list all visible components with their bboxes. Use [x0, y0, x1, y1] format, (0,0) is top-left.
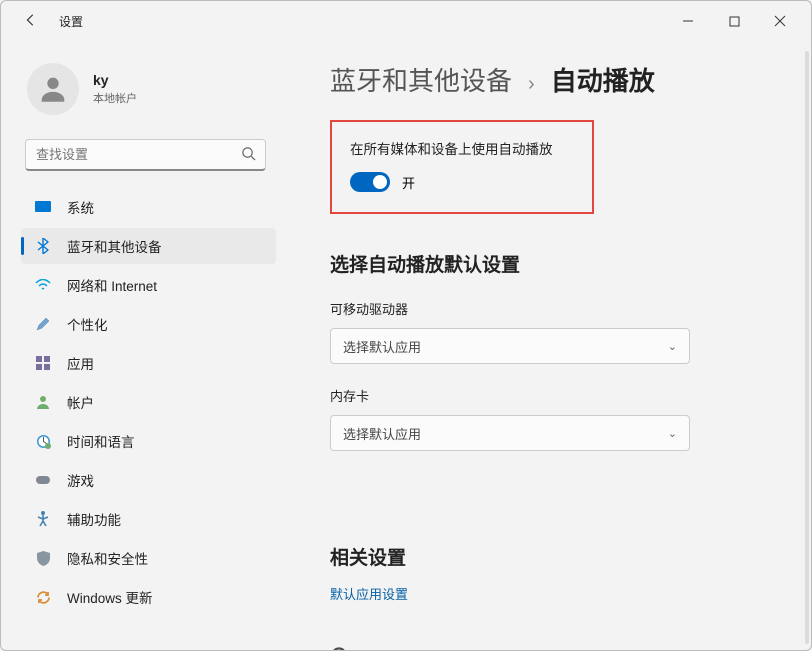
memory-card-dropdown[interactable]: 选择默认应用 ⌄ — [330, 415, 690, 451]
sidebar-item-system[interactable]: 系统 — [21, 189, 276, 225]
toggle-knob — [373, 175, 387, 189]
accounts-icon — [35, 394, 51, 410]
accessibility-icon — [35, 511, 51, 527]
titlebar: 设置 — [1, 1, 811, 41]
sidebar-item-privacy[interactable]: 隐私和安全性 — [21, 540, 276, 576]
dropdown-value: 选择默认应用 — [343, 337, 421, 356]
bluetooth-icon — [35, 238, 51, 254]
back-button[interactable] — [19, 13, 43, 30]
sidebar-item-bluetooth[interactable]: 蓝牙和其他设备 — [21, 228, 276, 264]
chevron-down-icon: ⌄ — [668, 340, 677, 353]
user-account-row[interactable]: ky 本地帐户 — [21, 51, 286, 133]
sidebar-item-label: 个性化 — [67, 314, 108, 334]
sidebar-item-accessibility[interactable]: 辅助功能 — [21, 501, 276, 537]
sidebar: ky 本地帐户 系统 蓝牙和其他设备 网络和 Internet 个性化 应用 帐… — [1, 41, 286, 650]
sidebar-item-label: 蓝牙和其他设备 — [67, 236, 162, 256]
help-icon — [330, 646, 348, 650]
gaming-icon — [35, 472, 51, 488]
memory-card-label: 内存卡 — [330, 386, 773, 405]
sidebar-item-time[interactable]: 时间和语言 — [21, 423, 276, 459]
main-content: 蓝牙和其他设备 › 自动播放 在所有媒体和设备上使用自动播放 开 选择自动播放默… — [286, 41, 811, 650]
user-type: 本地帐户 — [93, 90, 137, 106]
sidebar-item-label: 游戏 — [67, 470, 94, 490]
scrollbar[interactable] — [805, 51, 809, 644]
network-icon — [35, 277, 51, 293]
avatar — [27, 63, 79, 115]
sidebar-item-label: 时间和语言 — [67, 431, 135, 451]
search-box — [25, 139, 266, 171]
default-apps-link[interactable]: 默认应用设置 — [330, 584, 408, 603]
sidebar-item-label: Windows 更新 — [67, 587, 153, 607]
autoplay-toggle-state: 开 — [402, 173, 415, 192]
minimize-button[interactable] — [665, 6, 711, 36]
chevron-down-icon: ⌄ — [668, 427, 677, 440]
personalize-icon — [35, 316, 51, 332]
sidebar-item-label: 系统 — [67, 197, 94, 217]
sidebar-item-network[interactable]: 网络和 Internet — [21, 267, 276, 303]
sidebar-item-update[interactable]: Windows 更新 — [21, 579, 276, 615]
nav-list: 系统 蓝牙和其他设备 网络和 Internet 个性化 应用 帐户 时间和语言 … — [21, 189, 286, 618]
related-heading: 相关设置 — [330, 543, 773, 570]
system-icon — [35, 199, 51, 215]
autoplay-toggle-section: 在所有媒体和设备上使用自动播放 开 — [330, 120, 594, 214]
defaults-heading: 选择自动播放默认设置 — [330, 250, 773, 277]
sidebar-item-gaming[interactable]: 游戏 — [21, 462, 276, 498]
user-name: ky — [93, 72, 137, 88]
search-input[interactable] — [25, 139, 266, 171]
get-help-row[interactable]: 获取帮助 — [330, 646, 773, 650]
breadcrumb: 蓝牙和其他设备 › 自动播放 — [330, 61, 773, 98]
sidebar-item-label: 网络和 Internet — [67, 275, 157, 295]
dropdown-value: 选择默认应用 — [343, 424, 421, 443]
sidebar-item-personalize[interactable]: 个性化 — [21, 306, 276, 342]
apps-icon — [35, 355, 51, 371]
app-title: 设置 — [59, 13, 83, 30]
chevron-right-icon: › — [528, 73, 535, 96]
breadcrumb-parent[interactable]: 蓝牙和其他设备 — [330, 61, 512, 98]
autoplay-toggle-label: 在所有媒体和设备上使用自动播放 — [350, 138, 574, 158]
search-icon — [241, 146, 256, 166]
close-button[interactable] — [757, 6, 803, 36]
sidebar-item-label: 辅助功能 — [67, 509, 121, 529]
removable-drive-dropdown[interactable]: 选择默认应用 ⌄ — [330, 328, 690, 364]
breadcrumb-current: 自动播放 — [551, 61, 655, 98]
update-icon — [35, 589, 51, 605]
time-icon — [35, 433, 51, 449]
sidebar-item-label: 隐私和安全性 — [67, 548, 148, 568]
autoplay-toggle[interactable] — [350, 172, 390, 192]
sidebar-item-apps[interactable]: 应用 — [21, 345, 276, 381]
sidebar-item-accounts[interactable]: 帐户 — [21, 384, 276, 420]
removable-drive-label: 可移动驱动器 — [330, 299, 773, 318]
maximize-button[interactable] — [711, 6, 757, 36]
sidebar-item-label: 应用 — [67, 353, 94, 373]
privacy-icon — [35, 550, 51, 566]
sidebar-item-label: 帐户 — [67, 392, 94, 412]
get-help-label: 获取帮助 — [362, 648, 414, 650]
